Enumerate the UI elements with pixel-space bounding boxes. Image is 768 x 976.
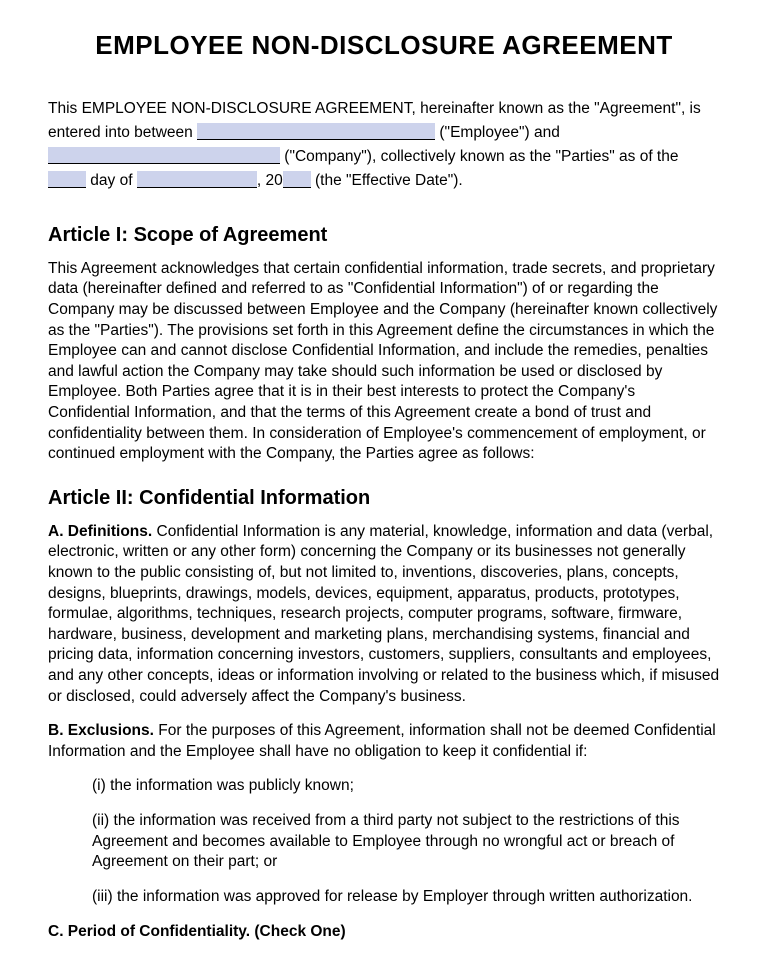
article-2-b-label: B. Exclusions. xyxy=(48,722,154,739)
company-blank[interactable] xyxy=(48,147,280,164)
intro-text-2: ("Employee") and xyxy=(435,124,560,141)
year-blank[interactable] xyxy=(283,171,311,188)
intro-text-6: (the "Effective Date"). xyxy=(311,172,463,189)
article-2-a: A. Definitions. Confidential Information… xyxy=(48,522,720,707)
article-2-b-ii: (ii) the information was received from a… xyxy=(48,811,720,873)
employee-blank[interactable] xyxy=(197,123,435,140)
intro-text-4: day of xyxy=(86,172,137,189)
article-2-c-label: C. Period of Confidentiality. (Check One… xyxy=(48,923,346,940)
article-1-heading: Article I: Scope of Agreement xyxy=(48,224,720,247)
article-2-a-body: Confidential Information is any material… xyxy=(48,523,719,705)
article-2-heading: Article II: Confidential Information xyxy=(48,487,720,510)
article-2-c: C. Period of Confidentiality. (Check One… xyxy=(48,922,720,943)
article-2-b: B. Exclusions. For the purposes of this … xyxy=(48,721,720,762)
article-2-b-i: (i) the information was publicly known; xyxy=(48,776,720,797)
intro-text-5: , 20 xyxy=(257,172,283,189)
article-2-a-label: A. Definitions. xyxy=(48,523,152,540)
article-2-b-iii: (iii) the information was approved for r… xyxy=(48,887,720,908)
month-blank[interactable] xyxy=(137,171,257,188)
day-blank[interactable] xyxy=(48,171,86,188)
document-title: EMPLOYEE NON-DISCLOSURE AGREEMENT xyxy=(48,30,720,61)
article-1-body: This Agreement acknowledges that certain… xyxy=(48,259,720,465)
intro-text-3: ("Company"), collectively known as the "… xyxy=(280,148,678,165)
intro-paragraph: This EMPLOYEE NON-DISCLOSURE AGREEMENT, … xyxy=(48,99,720,192)
